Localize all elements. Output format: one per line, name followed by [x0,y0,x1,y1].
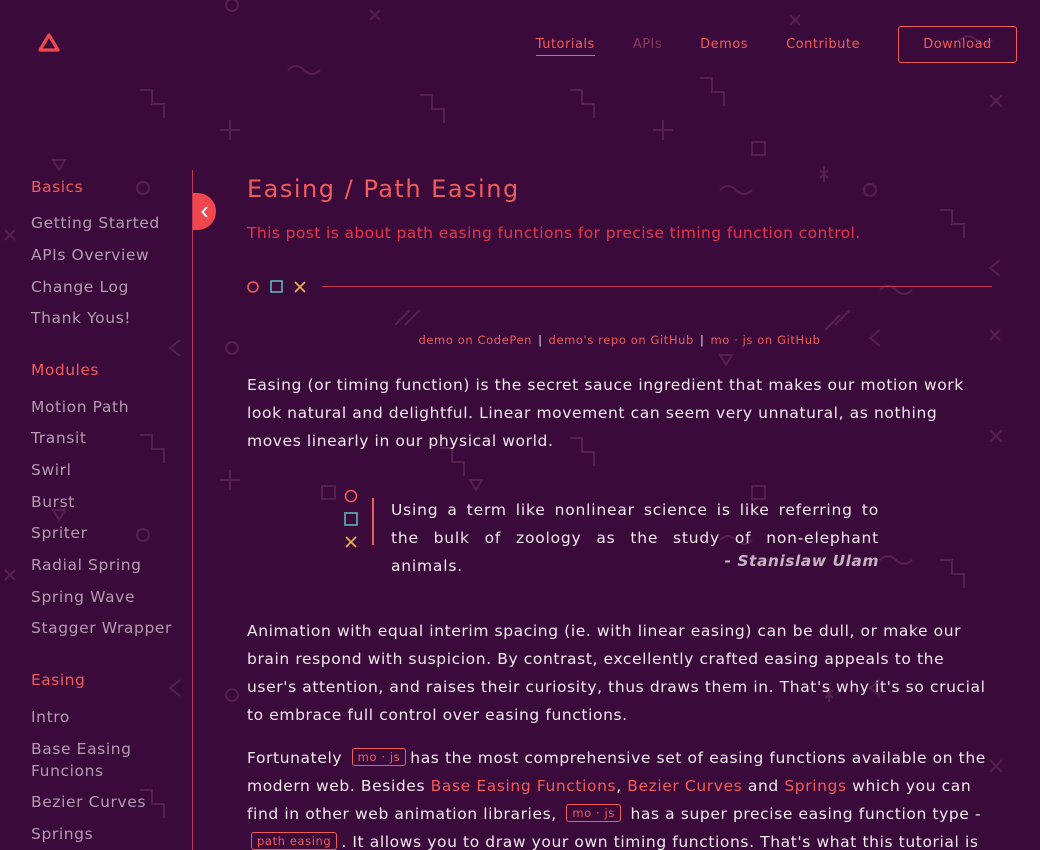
animation-paragraph: Animation with equal interim spacing (ie… [247,622,986,724]
mojs-tag: mo · js [351,748,407,766]
sidebar-item-motion-path[interactable]: Motion Path [31,396,129,418]
sidebar-group-basics: Basics [31,178,84,196]
sidebar-toggle-button[interactable] [193,193,216,230]
nav-contribute[interactable]: Contribute [786,37,860,56]
section-divider [247,278,992,296]
circle-icon [344,489,358,503]
divider-line [322,286,992,287]
demo-repo-link[interactable]: demo's repo on GitHub [549,333,694,347]
resource-links: demo on CodePen | demo's repo on GitHub | mo… [418,333,821,347]
cross-icon [294,281,306,293]
chevron-left-icon [200,205,208,218]
fortunately-paragraph: Fortunately mo · js has the most comprehe… [247,748,986,850]
sidebar-group-easing: Easing [31,671,86,689]
sidebar-item-thank-yous[interactable]: Thank Yous! [31,307,131,329]
sidebar-item-swirl[interactable]: Swirl [31,459,72,481]
bezier-curves-link[interactable]: Bezier Curves [627,777,742,795]
mojs-tag: mo · js [566,804,621,822]
sidebar-item-radial-spring[interactable]: Radial Spring [31,554,142,576]
quote-author: - Stanislaw Ulam [724,552,879,570]
sidebar-item-bezier-curves[interactable]: Bezier Curves [31,791,146,813]
page: Tutorials APIs Demos Contribute Download… [0,0,1040,850]
sidebar-item-transit[interactable]: Transit [31,427,87,449]
square-icon [270,280,283,293]
sidebar-group-modules: Modules [31,361,99,379]
page-subtitle: This post is about path easing functions… [247,224,861,242]
page-title: Easing / Path Easing [247,175,520,203]
sidebar-item-change-log[interactable]: Change Log [31,276,129,298]
square-icon [344,512,358,526]
sidebar-divider [192,170,193,850]
sidebar-item-spring-wave[interactable]: Spring Wave [31,586,135,608]
sidebar-item-base-easing-functions[interactable]: Base Easing Funcions [31,738,151,782]
path-easing-tag: path easing [251,832,338,850]
quote-bar [372,498,374,545]
sidebar-item-getting-started[interactable]: Getting Started [31,212,160,234]
mojs-logo-icon[interactable] [38,33,60,53]
main-nav: Tutorials APIs Demos Contribute [535,37,860,56]
sidebar-item-spriter[interactable]: Spriter [31,522,88,544]
sidebar-item-apis-overview[interactable]: APIs Overview [31,244,149,266]
blockquote: Using a term like nonlinear science is l… [343,488,879,578]
circle-icon [247,281,259,293]
nav-tutorials[interactable]: Tutorials [535,37,595,56]
nav-apis[interactable]: APIs [633,37,662,56]
sidebar-item-intro[interactable]: Intro [31,706,70,728]
springs-link[interactable]: Springs [784,777,846,795]
mojs-github-link[interactable]: mo · js on GitHub [710,333,820,347]
nav-demos[interactable]: Demos [700,37,748,56]
download-button[interactable]: Download [898,26,1017,63]
sidebar-item-burst[interactable]: Burst [31,491,75,513]
header: Tutorials APIs Demos Contribute Download [0,0,1040,90]
sidebar-item-springs[interactable]: Springs [31,823,93,845]
cross-icon [345,536,357,548]
sidebar-item-stagger-wrapper[interactable]: Stagger Wrapper [31,617,172,639]
intro-paragraph: Easing (or timing function) is the secre… [247,376,964,450]
codepen-link[interactable]: demo on CodePen [418,333,532,347]
base-easing-link[interactable]: Base Easing Functions [431,777,617,795]
